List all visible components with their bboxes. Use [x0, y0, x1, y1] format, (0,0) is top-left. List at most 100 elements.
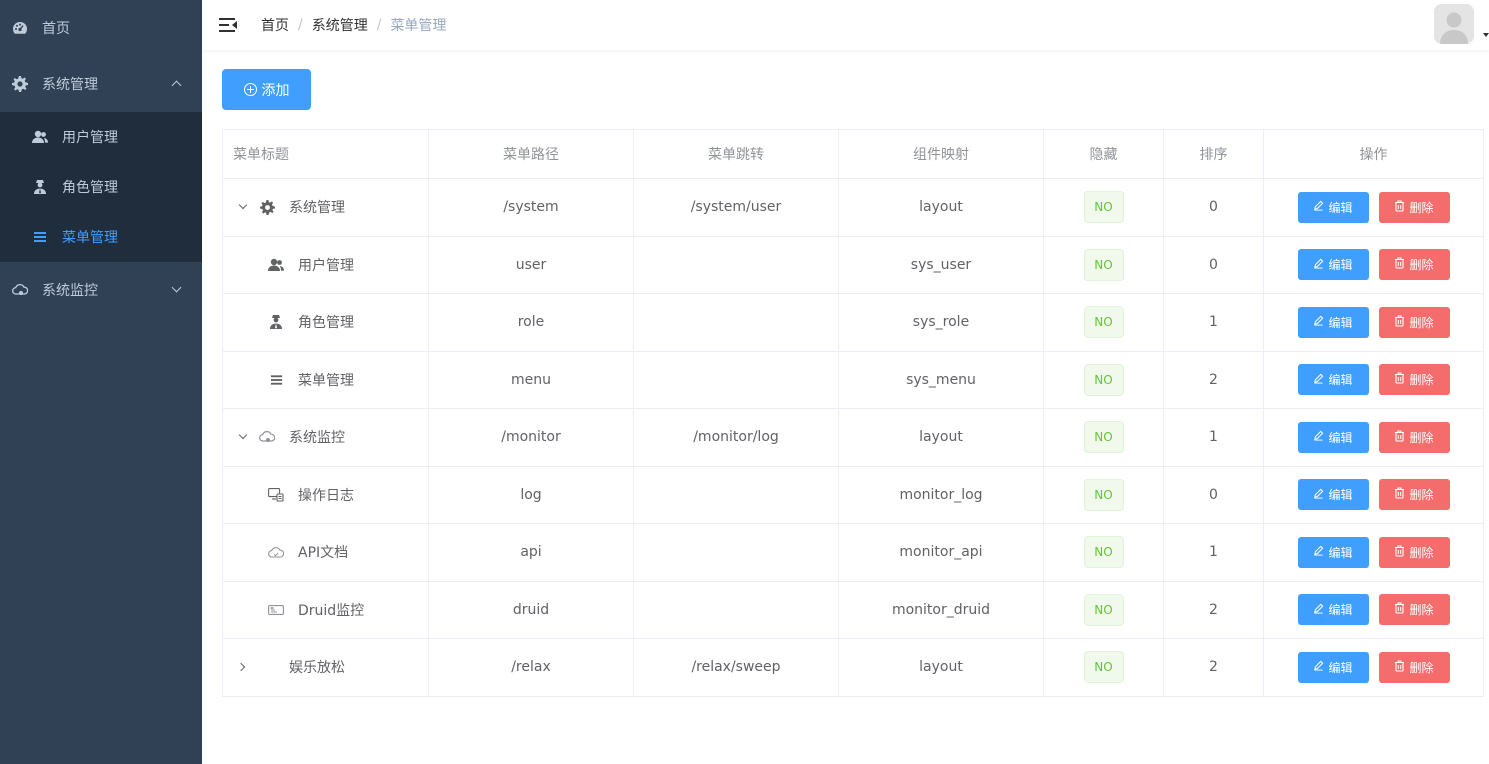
table-header-row: 菜单标题 菜单路径 菜单跳转 组件映射 隐藏 排序 操作 — [222, 129, 1484, 179]
edit-button-label: 编辑 — [1328, 603, 1353, 618]
cell-title: API文档 — [222, 523, 429, 582]
sidebar-submenu-system: 用户管理 角色管理 菜单管理 — [0, 112, 202, 262]
cell-path: druid — [428, 580, 634, 639]
cell-hidden: NO — [1043, 408, 1164, 467]
column-header-title: 菜单标题 — [222, 129, 429, 179]
chevron-up-icon — [171, 80, 182, 91]
menu-title: 菜单管理 — [298, 372, 354, 389]
cell-redirect: /system/user — [633, 178, 839, 237]
cell-redirect — [633, 523, 839, 582]
edit-button[interactable]: 编辑 — [1297, 306, 1369, 338]
dashboard-icon — [12, 20, 28, 36]
sidebar-item-home[interactable]: 首页 — [0, 0, 202, 56]
edit-button-label: 编辑 — [1328, 373, 1353, 388]
chevron-right-icon[interactable] — [237, 661, 249, 673]
edit-button[interactable]: 编辑 — [1297, 651, 1369, 683]
cell-actions: 编辑 删除 — [1263, 408, 1484, 467]
delete-button-label: 删除 — [1409, 660, 1434, 675]
trash-icon — [1394, 487, 1409, 502]
sidebar-item-system[interactable]: 系统管理 — [0, 56, 202, 112]
list-icon — [32, 229, 48, 245]
edit-button[interactable]: 编辑 — [1297, 364, 1369, 396]
cell-hidden: NO — [1043, 178, 1164, 237]
caret-down-icon[interactable] — [1483, 33, 1489, 37]
cell-path: /system — [428, 178, 634, 237]
breadcrumb: 首页 / 系统管理 / 菜单管理 — [261, 15, 446, 35]
hidden-tag: NO — [1083, 536, 1124, 569]
delete-button[interactable]: 删除 — [1378, 306, 1450, 338]
trash-icon — [1394, 660, 1409, 675]
delete-button[interactable]: 删除 — [1378, 364, 1450, 396]
breadcrumb-separator: / — [298, 17, 303, 33]
delete-button[interactable]: 删除 — [1378, 536, 1450, 568]
edit-button-label: 编辑 — [1328, 200, 1353, 215]
edit-button[interactable]: 编辑 — [1297, 421, 1369, 453]
cloud-icon — [268, 544, 284, 560]
chevron-down-icon[interactable] — [237, 201, 249, 213]
sidebar-item-label: 系统管理 — [42, 77, 98, 93]
cell-actions: 编辑 删除 — [1263, 235, 1484, 294]
table-row: 菜单管理 menu sys_menu NO 2 编辑 删除 — [222, 350, 1484, 409]
user-icon — [268, 257, 284, 273]
table-row: 用户管理 user sys_user NO 0 编辑 删除 — [222, 235, 1484, 294]
cell-title: 操作日志 — [222, 465, 429, 524]
delete-button-label: 删除 — [1409, 603, 1434, 618]
sidebar-item-menus[interactable]: 菜单管理 — [0, 212, 202, 262]
delete-button[interactable]: 删除 — [1378, 651, 1450, 683]
add-button[interactable]: 添加 — [222, 69, 311, 110]
table-row: 系统监控/monitor/monitor/log layout NO 1 编辑 删除 — [222, 408, 1484, 467]
edit-icon — [1313, 660, 1328, 674]
delete-button[interactable]: 删除 — [1378, 421, 1450, 453]
gear-icon — [12, 76, 28, 92]
hidden-tag: NO — [1083, 248, 1124, 281]
chevron-down-icon[interactable] — [237, 431, 249, 443]
cell-component: monitor_api — [838, 523, 1044, 582]
cell-title: 系统监控 — [222, 408, 429, 467]
log-icon — [268, 487, 284, 503]
cell-hidden: NO — [1043, 638, 1164, 697]
trash-icon — [1394, 602, 1409, 617]
edit-button[interactable]: 编辑 — [1297, 249, 1369, 281]
delete-button[interactable]: 删除 — [1378, 249, 1450, 281]
sidebar-item-monitor[interactable]: 系统监控 — [0, 262, 202, 318]
delete-button-label: 删除 — [1409, 373, 1434, 388]
role-icon — [268, 314, 284, 330]
sidebar-item-label: 首页 — [42, 21, 70, 37]
avatar[interactable] — [1434, 4, 1474, 44]
cell-component: sys_role — [838, 293, 1044, 352]
sidebar-item-roles[interactable]: 角色管理 — [0, 162, 202, 212]
edit-button[interactable]: 编辑 — [1297, 479, 1369, 511]
cell-component: layout — [838, 638, 1044, 697]
breadcrumb-separator: / — [376, 17, 382, 33]
cell-path: user — [428, 235, 634, 294]
trash-icon — [1394, 257, 1409, 272]
sidebar-item-label: 系统监控 — [42, 283, 98, 299]
edit-button[interactable]: 编辑 — [1297, 536, 1369, 568]
cell-redirect: /monitor/log — [633, 408, 839, 467]
delete-button-label: 删除 — [1409, 488, 1434, 503]
delete-button[interactable]: 删除 — [1378, 594, 1450, 626]
breadcrumb-item-home[interactable]: 首页 — [261, 15, 289, 35]
cell-title: 角色管理 — [222, 293, 429, 352]
cell-hidden: NO — [1043, 235, 1164, 294]
cell-path: role — [428, 293, 634, 352]
delete-button-label: 删除 — [1409, 200, 1434, 215]
cell-path: /monitor — [428, 408, 634, 467]
delete-button[interactable]: 删除 — [1378, 479, 1450, 511]
edit-button[interactable]: 编辑 — [1297, 594, 1369, 626]
edit-button-label: 编辑 — [1328, 430, 1353, 445]
column-header-hidden: 隐藏 — [1043, 129, 1164, 179]
hidden-tag: NO — [1083, 421, 1124, 454]
table-row: 娱乐放松/relax/relax/sweep layout NO 2 编辑 删除 — [222, 638, 1484, 697]
delete-button[interactable]: 删除 — [1378, 191, 1450, 223]
sidebar-item-users[interactable]: 用户管理 — [0, 112, 202, 162]
breadcrumb-item-system[interactable]: 系统管理 — [312, 15, 368, 35]
cell-actions: 编辑 删除 — [1263, 523, 1484, 582]
menu-title: 系统管理 — [289, 200, 345, 217]
hamburger-icon[interactable] — [219, 17, 237, 33]
hidden-tag: NO — [1083, 478, 1124, 511]
edit-button[interactable]: 编辑 — [1297, 191, 1369, 223]
cell-actions: 编辑 删除 — [1263, 350, 1484, 409]
edit-icon — [1313, 430, 1328, 444]
cell-hidden: NO — [1043, 580, 1164, 639]
